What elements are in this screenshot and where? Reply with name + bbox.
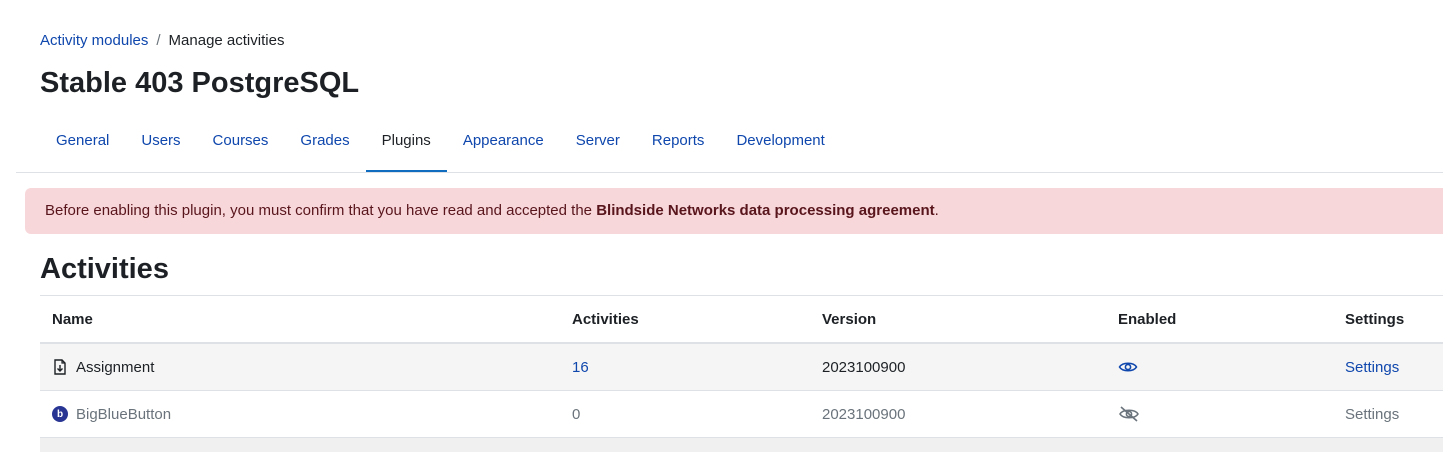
- row-name-cell: Assignment: [52, 344, 154, 390]
- header-version: Version: [822, 310, 877, 328]
- header-name: Name: [52, 310, 93, 328]
- tab-server[interactable]: Server: [560, 109, 636, 173]
- alert-danger: Before enabling this plugin, you must co…: [25, 188, 1443, 234]
- tab-appearance[interactable]: Appearance: [447, 109, 560, 173]
- bigbluebutton-icon: b: [52, 406, 68, 422]
- next-row-edge: [40, 438, 1443, 452]
- bigbluebutton-glyph: b: [52, 406, 68, 422]
- breadcrumb: Activity modules / Manage activities: [40, 31, 284, 51]
- breadcrumb-current: Manage activities: [168, 32, 285, 49]
- row-name: BigBlueButton: [76, 405, 172, 423]
- tab-courses[interactable]: Courses: [197, 109, 285, 173]
- tab-general[interactable]: General: [40, 109, 125, 173]
- eye-slash-icon[interactable]: [1118, 391, 1140, 437]
- row-version: 2023100900: [822, 358, 906, 376]
- header-settings: Settings: [1345, 310, 1405, 328]
- eye-icon[interactable]: [1118, 344, 1138, 390]
- settings-link[interactable]: Settings: [1345, 344, 1399, 390]
- page-title: Stable 403 PostgreSQL: [40, 67, 360, 99]
- activities-count-link[interactable]: 16: [572, 344, 589, 390]
- alert-text: Before enabling this plugin, you must co…: [45, 202, 597, 219]
- activities-count: 0: [572, 405, 581, 423]
- header-enabled: Enabled: [1118, 310, 1177, 328]
- activities-table: Name Activities Version Enabled Settings…: [40, 295, 1443, 452]
- tab-grades[interactable]: Grades: [284, 109, 365, 173]
- row-name: Assignment: [76, 358, 155, 376]
- admin-tabs: General Users Courses Grades Plugins App…: [40, 109, 841, 173]
- section-title: Activities: [40, 253, 169, 285]
- breadcrumb-activity-modules[interactable]: Activity modules: [40, 31, 148, 51]
- row-name-cell: b BigBlueButton: [52, 391, 171, 437]
- tab-plugins[interactable]: Plugins: [365, 109, 448, 173]
- tab-users[interactable]: Users: [125, 109, 196, 173]
- tab-development[interactable]: Development: [720, 109, 840, 173]
- table-row: b BigBlueButton 0 2023100900 Settings: [40, 391, 1443, 438]
- table-header-row: Name Activities Version Enabled Settings: [40, 295, 1443, 344]
- header-activities: Activities: [572, 310, 639, 328]
- breadcrumb-separator: /: [156, 32, 161, 49]
- row-version: 2023100900: [822, 405, 906, 423]
- assignment-icon: [52, 359, 68, 375]
- table-row: Assignment 16 2023100900 Settings: [40, 344, 1443, 391]
- settings-link[interactable]: Settings: [1345, 391, 1399, 437]
- tabs-divider: [16, 172, 1443, 173]
- alert-text-end: .: [934, 202, 939, 219]
- alert-agreement-bold: Blindside Networks data processing agree…: [596, 202, 935, 219]
- tab-reports[interactable]: Reports: [636, 109, 721, 173]
